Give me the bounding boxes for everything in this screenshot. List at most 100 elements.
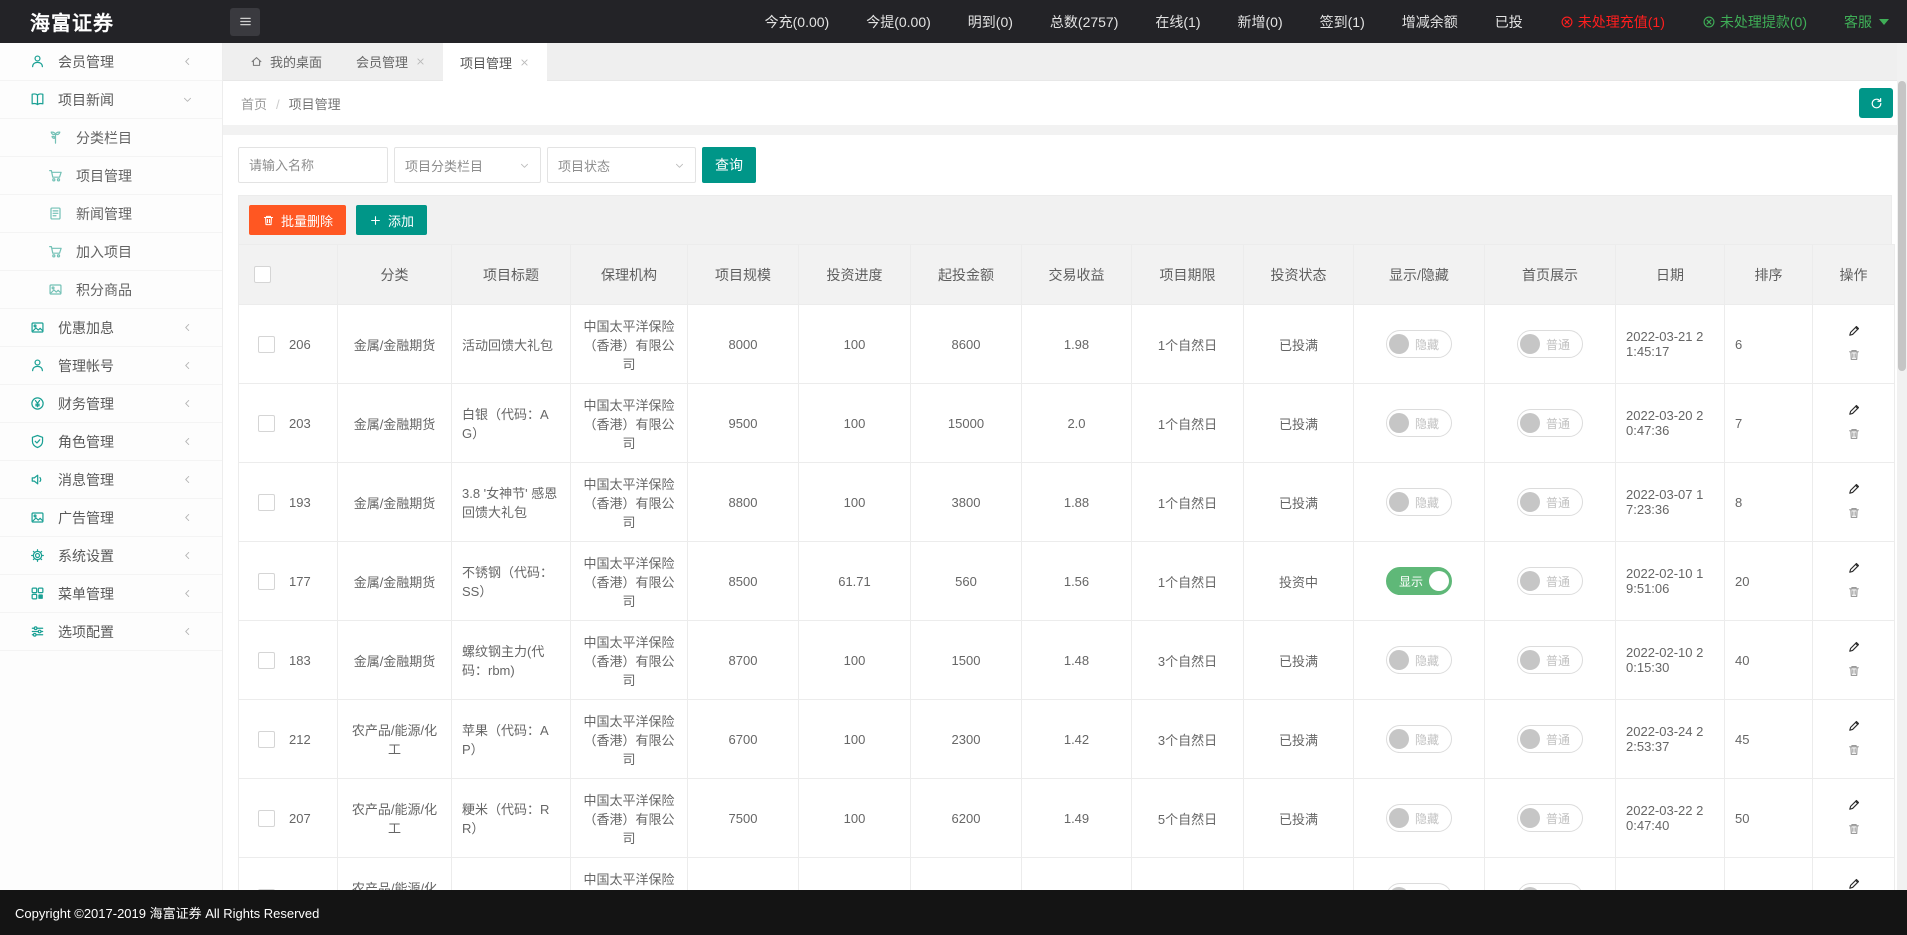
header-stat[interactable]: 已投 xyxy=(1495,12,1523,32)
sidebar-item-角色管理[interactable]: 角色管理 xyxy=(0,423,222,461)
display-toggle[interactable]: 隐藏 xyxy=(1386,409,1452,437)
cell-progress: 100 xyxy=(799,305,911,384)
home-toggle[interactable]: 普通 xyxy=(1517,646,1583,674)
batch-delete-button[interactable]: 批量删除 xyxy=(249,205,346,235)
row-checkbox[interactable] xyxy=(258,415,275,432)
display-toggle[interactable]: 隐藏 xyxy=(1386,330,1452,358)
toggle-label: 普通 xyxy=(1546,415,1570,432)
header-stat[interactable]: 总数(2757) xyxy=(1050,12,1118,32)
display-toggle[interactable]: 隐藏 xyxy=(1386,488,1452,516)
sidebar-item-label: 优惠加息 xyxy=(58,318,182,338)
cell-sort: 6 xyxy=(1725,305,1813,384)
edit-button[interactable] xyxy=(1847,798,1861,815)
header-stat[interactable]: 未处理充值(1) xyxy=(1560,12,1665,32)
row-id: 207 xyxy=(289,811,311,826)
display-toggle[interactable]: 显示 xyxy=(1386,567,1452,595)
sidebar-item-积分商品[interactable]: 积分商品 xyxy=(0,271,222,309)
row-id: 177 xyxy=(289,574,311,589)
scrollbar-thumb[interactable] xyxy=(1898,81,1906,371)
table-header-row: 分类项目标题保理机构项目规模投资进度起投金额交易收益项目期限投资状态显示/隐藏首… xyxy=(239,245,1895,305)
status-select[interactable]: 项目状态 xyxy=(547,147,696,183)
edit-button[interactable] xyxy=(1847,640,1861,657)
sidebar-item-菜单管理[interactable]: 菜单管理 xyxy=(0,575,222,613)
name-search-input[interactable] xyxy=(238,147,388,183)
sidebar-item-系统设置[interactable]: 系统设置 xyxy=(0,537,222,575)
edit-button[interactable] xyxy=(1847,561,1861,578)
cell-status: 已投满 xyxy=(1244,621,1354,700)
header-stat[interactable]: 新增(0) xyxy=(1238,12,1283,32)
column-header: 显示/隐藏 xyxy=(1354,245,1485,305)
refresh-button[interactable] xyxy=(1859,88,1893,118)
cell-status: 已投满 xyxy=(1244,700,1354,779)
tab-会员管理[interactable]: 会员管理 xyxy=(339,43,443,80)
row-checkbox[interactable] xyxy=(258,731,275,748)
header-stat-label: 增减余额 xyxy=(1402,12,1458,32)
header-stat[interactable]: 今充(0.00) xyxy=(765,12,830,32)
row-checkbox[interactable] xyxy=(258,336,275,353)
home-toggle[interactable]: 普通 xyxy=(1517,409,1583,437)
header-select-all[interactable] xyxy=(239,245,338,305)
row-checkbox[interactable] xyxy=(258,494,275,511)
column-header: 项目标题 xyxy=(452,245,571,305)
hamburger-menu-button[interactable] xyxy=(230,8,260,36)
delete-button[interactable] xyxy=(1847,506,1861,523)
edit-button[interactable] xyxy=(1847,719,1861,736)
breadcrumb-home[interactable]: 首页 xyxy=(241,97,267,112)
select-all-checkbox[interactable] xyxy=(254,266,271,283)
row-checkbox[interactable] xyxy=(258,573,275,590)
header-stats: 今充(0.00) 今提(0.00) 明到(0) 总数(2757) 在线(1) 新增(0) 签… xyxy=(765,12,1907,32)
header-stat[interactable]: 客服 xyxy=(1844,12,1889,32)
home-toggle[interactable]: 普通 xyxy=(1517,567,1583,595)
delete-button[interactable] xyxy=(1847,348,1861,365)
header-stat[interactable]: 在线(1) xyxy=(1155,12,1200,32)
sidebar-item-新闻管理[interactable]: 新闻管理 xyxy=(0,195,222,233)
cell-profit: 2.0 xyxy=(1022,384,1132,463)
sidebar-item-会员管理[interactable]: 会员管理 xyxy=(0,43,222,81)
cell-display-toggle: 隐藏 xyxy=(1354,621,1485,700)
delete-button[interactable] xyxy=(1847,664,1861,681)
display-toggle[interactable]: 隐藏 xyxy=(1386,804,1452,832)
delete-button[interactable] xyxy=(1847,427,1861,444)
display-toggle[interactable]: 隐藏 xyxy=(1386,725,1452,753)
edit-button[interactable] xyxy=(1847,482,1861,499)
header-stat[interactable]: 明到(0) xyxy=(968,12,1013,32)
delete-button[interactable] xyxy=(1847,585,1861,602)
search-button[interactable]: 查询 xyxy=(702,147,756,183)
cell-date: 2022-03-07 17:23:36 xyxy=(1616,463,1725,542)
sidebar-item-优惠加息[interactable]: 优惠加息 xyxy=(0,309,222,347)
category-select[interactable]: 项目分类栏目 xyxy=(394,147,541,183)
vertical-scrollbar[interactable] xyxy=(1897,43,1907,890)
header-stat-label: 新增(0) xyxy=(1238,12,1283,32)
sidebar-item-加入项目[interactable]: 加入项目 xyxy=(0,233,222,271)
sidebar-item-项目管理[interactable]: 项目管理 xyxy=(0,157,222,195)
header-stat[interactable]: 增减余额 xyxy=(1402,12,1458,32)
header-stat[interactable]: 签到(1) xyxy=(1320,12,1365,32)
tab-我的桌面[interactable]: 我的桌面 xyxy=(233,43,339,80)
home-toggle[interactable]: 普通 xyxy=(1517,330,1583,358)
display-toggle[interactable]: 隐藏 xyxy=(1386,646,1452,674)
sidebar-item-选项配置[interactable]: 选项配置 xyxy=(0,613,222,651)
header-stat[interactable]: 今提(0.00) xyxy=(866,12,931,32)
sidebar-item-项目新闻[interactable]: 项目新闻 xyxy=(0,81,222,119)
tab-项目管理[interactable]: 项目管理 xyxy=(443,43,547,81)
edit-button[interactable] xyxy=(1847,324,1861,341)
edit-button[interactable] xyxy=(1847,403,1861,420)
home-toggle[interactable]: 普通 xyxy=(1517,804,1583,832)
cell-date: 2022-02-10 20:15:30 xyxy=(1616,621,1725,700)
sidebar-item-消息管理[interactable]: 消息管理 xyxy=(0,461,222,499)
row-checkbox[interactable] xyxy=(258,652,275,669)
header-stat[interactable]: 未处理提款(0) xyxy=(1702,12,1807,32)
add-button[interactable]: 添加 xyxy=(356,205,427,235)
cell-home-toggle: 普通 xyxy=(1485,542,1616,621)
sidebar-item-分类栏目[interactable]: 分类栏目 xyxy=(0,119,222,157)
home-toggle[interactable]: 普通 xyxy=(1517,488,1583,516)
toggle-label: 普通 xyxy=(1546,336,1570,353)
delete-button[interactable] xyxy=(1847,743,1861,760)
cell-progress: 100 xyxy=(799,384,911,463)
home-toggle[interactable]: 普通 xyxy=(1517,725,1583,753)
row-checkbox[interactable] xyxy=(258,810,275,827)
sidebar-item-财务管理[interactable]: 财务管理 xyxy=(0,385,222,423)
delete-button[interactable] xyxy=(1847,822,1861,839)
sidebar-item-广告管理[interactable]: 广告管理 xyxy=(0,499,222,537)
sidebar-item-管理帐号[interactable]: 管理帐号 xyxy=(0,347,222,385)
